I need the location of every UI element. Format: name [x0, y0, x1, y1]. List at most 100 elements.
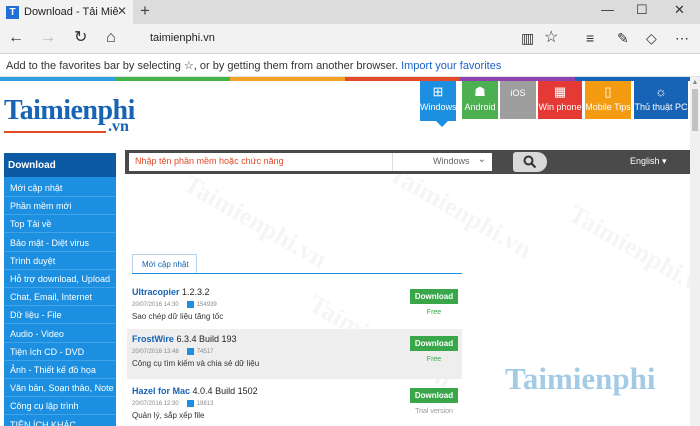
share-icon[interactable]: ◇ — [646, 29, 657, 47]
navigation-bar: ← → ↻ ⌂ taimienphi.vn ▥ ☆ ≡ ✎ ◇ ⋯ — [0, 24, 700, 54]
watermark-text: Taimienphi.vn — [178, 168, 332, 275]
watermark-logo: Taimienphi — [505, 361, 656, 396]
tab-recently-updated[interactable]: Mới cập nhật — [132, 254, 197, 274]
back-icon[interactable]: ← — [8, 29, 24, 47]
favorites-hint: Add to the favorites bar by selecting ☆,… — [6, 60, 399, 72]
chevron-down-icon: ⌄ — [477, 154, 486, 165]
category-5[interactable]: ☼ Thủ thuật PC — [634, 81, 688, 119]
software-name[interactable]: Hazel for Mac — [132, 386, 190, 396]
close-tab-icon[interactable]: ✕ — [117, 4, 127, 18]
software-title[interactable]: Hazel for Mac 4.0.4 Build 1502 — [132, 386, 258, 396]
sidebar-item[interactable]: Phần mềm mới — [4, 197, 116, 216]
sidebar-item[interactable]: Hỗ trợ download, Upload — [4, 270, 116, 288]
sidebar-item[interactable]: Chat, Email, Internet — [4, 288, 116, 307]
home-icon[interactable]: ⌂ — [106, 29, 116, 47]
category-label: iOS — [510, 88, 526, 98]
download-count-icon — [186, 348, 194, 355]
scroll-up-icon[interactable]: ▲ — [690, 79, 700, 86]
windows-icon: ⊞ — [432, 84, 444, 99]
language-label: English — [630, 156, 660, 166]
category-label: Thủ thuật PC — [634, 102, 688, 112]
browser-tab[interactable]: T Download - Tải Miễn Ph ✕ — [0, 0, 133, 24]
scrollbar-thumb[interactable] — [692, 89, 698, 131]
favorites-bar: Add to the favorites bar by selecting ☆,… — [0, 55, 700, 77]
watermark-text: Taimienphi.vn — [563, 198, 700, 305]
sidebar-item[interactable]: Văn bản, Soạn thảo, Note — [4, 379, 116, 398]
import-favorites-link[interactable]: Import your favorites — [401, 60, 501, 72]
license-label: Free — [426, 309, 442, 316]
software-name[interactable]: Ultracopier — [132, 287, 180, 297]
site-logo-suffix: .vn — [108, 118, 129, 135]
category-1[interactable]: ☗ Android — [462, 81, 498, 119]
address-field[interactable]: taimienphi.vn — [150, 32, 215, 44]
download-button[interactable]: Download — [410, 388, 458, 403]
reading-view-icon[interactable]: ▥ — [521, 29, 534, 47]
search-bar: Nhập tên phần mềm hoặc chức năng Windows… — [125, 150, 690, 174]
tab-strip: T Download - Tải Miễn Ph ✕ + — ☐ ✕ — [0, 0, 700, 24]
sidebar-item[interactable]: Dữ liệu - File — [4, 306, 116, 325]
search-input[interactable]: Nhập tên phần mềm hoặc chức năng — [129, 153, 392, 171]
platform-select[interactable]: Windows ⌄ — [392, 153, 492, 171]
platform-select-value: Windows — [433, 156, 470, 166]
category-label: Win phone — [538, 102, 582, 112]
sidebar-header: Download — [4, 153, 116, 177]
software-meta: 20/07/2016 13:48 74517 — [132, 348, 213, 355]
sidebar-item[interactable]: Trình duyệt — [4, 252, 116, 270]
software-description: Sao chép dữ liệu tăng tốc — [132, 312, 224, 321]
sidebar-item[interactable]: Audio - Video — [4, 325, 116, 343]
software-row: FrostWire 6.3.4 Build 193 20/07/2016 13:4… — [127, 329, 462, 379]
software-description: Quản lý, sắp xếp file — [132, 411, 205, 420]
scrollbar[interactable]: ▲ — [690, 77, 700, 426]
download-count: 74517 — [196, 348, 214, 355]
hub-icon[interactable]: ≡ — [586, 29, 594, 47]
category-4[interactable]: ▯ Mobile Tips — [585, 81, 631, 119]
minimize-icon[interactable]: — — [601, 2, 614, 17]
software-description: Công cụ tìm kiếm và chia sẻ dữ liệu — [132, 359, 260, 368]
sidebar-item[interactable]: Mới cập nhật — [4, 179, 116, 197]
download-button[interactable]: Download — [410, 289, 458, 304]
category-3[interactable]: ▦ Win phone — [538, 81, 582, 119]
sidebar: Download Mới cập nhật Phần mềm mới Top Tải… — [4, 153, 116, 426]
web-page: Taimienphi .vn ⊞ Windows ☗ Android iOS ▦ Win p… — [0, 77, 700, 426]
sidebar-item[interactable]: Công cụ lập trình — [4, 397, 116, 416]
download-count-icon — [186, 301, 194, 308]
sidebar-item[interactable]: Bảo mật - Diệt virus — [4, 234, 116, 252]
category-2[interactable]: iOS — [500, 81, 536, 119]
refresh-icon[interactable]: ↻ — [74, 29, 87, 47]
software-title[interactable]: FrostWire 6.3.4 Build 193 — [132, 334, 237, 344]
download-count-icon — [186, 400, 194, 407]
mobile-icon: ▯ — [604, 84, 612, 99]
web-note-icon[interactable]: ✎ — [617, 29, 629, 47]
color-strip-segment — [0, 77, 115, 81]
more-icon[interactable]: ⋯ — [675, 29, 689, 47]
new-tab-icon[interactable]: + — [140, 1, 150, 21]
download-count: 154939 — [196, 301, 217, 308]
software-version: 4.0.4 Build 1502 — [192, 386, 258, 396]
software-name[interactable]: FrostWire — [132, 334, 174, 344]
software-title[interactable]: Ultracopier 1.2.3.2 — [132, 287, 210, 297]
download-button[interactable]: Download — [410, 336, 458, 351]
sidebar-item[interactable]: Ảnh - Thiết kế đồ họa — [4, 361, 116, 379]
sidebar-item[interactable]: Top Tải về — [4, 215, 116, 234]
software-version: 1.2.3.2 — [182, 287, 210, 297]
sidebar-item[interactable]: TIỆN ÍCH KHÁC — [4, 416, 116, 426]
logo-underline — [4, 131, 106, 133]
update-date: 20/07/2016 12:30 — [132, 400, 179, 407]
category-0[interactable]: ⊞ Windows — [420, 81, 457, 121]
close-window-icon[interactable]: ✕ — [674, 2, 685, 18]
forward-icon[interactable]: → — [40, 29, 56, 47]
language-select[interactable]: English ▾ — [630, 156, 667, 167]
maximize-icon[interactable]: ☐ — [636, 2, 648, 18]
search-button[interactable] — [513, 152, 547, 172]
favorite-star-icon[interactable]: ☆ — [544, 29, 558, 47]
software-meta: 20/07/2016 12:30 19813 — [132, 400, 213, 407]
site-favicon-icon: T — [6, 5, 19, 19]
color-strip-segment — [230, 77, 345, 81]
software-row: Hazel for Mac 4.0.4 Build 1502 20/07/2016… — [127, 381, 462, 426]
sidebar-item[interactable]: Tiện ích CD - DVD — [4, 343, 116, 361]
download-count: 19813 — [196, 400, 214, 407]
update-date: 20/07/2016 14:30 — [132, 301, 179, 308]
search-icon — [523, 155, 537, 169]
software-meta: 20/07/2016 14:30 154939 — [132, 301, 217, 308]
update-date: 20/07/2016 13:48 — [132, 348, 179, 355]
